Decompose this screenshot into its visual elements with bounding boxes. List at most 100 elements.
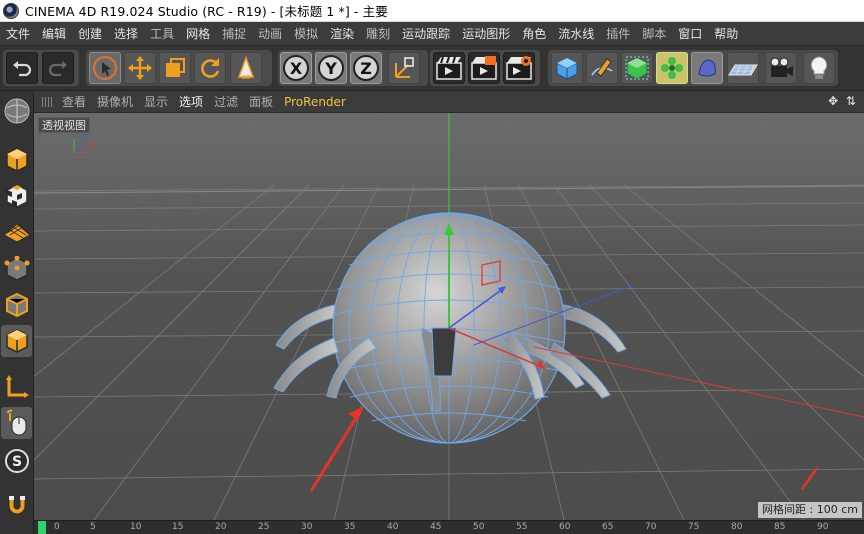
model-mode-icon[interactable] [1,144,32,176]
mode-palette: S [0,91,34,534]
menu-window[interactable]: 窗口 [676,25,704,42]
workplane-icon[interactable] [1,216,32,248]
x-axis-icon: X [289,58,303,78]
title-bar: CINEMA 4D R19.024 Studio (RC - R19) - [未… [0,0,864,22]
viewport-menu-prorender[interactable]: ProRender [284,95,346,109]
menu-animate[interactable]: 动画 [256,25,284,42]
coordinate-system-icon[interactable] [388,52,420,84]
annotation-arrow-right [800,467,819,490]
menu-character[interactable]: 角色 [520,25,548,42]
annotation-arrow-left [309,406,364,492]
main-toolbar: X Y Z [0,45,864,91]
axis-indicator-z-label: Z [90,141,97,151]
live-select-icon[interactable] [89,52,121,84]
scale-icon[interactable] [159,52,191,84]
menu-select[interactable]: 选择 [112,25,140,42]
viewport-menu-options[interactable]: 选项 [179,93,203,110]
timeline-tick: 75 [688,522,700,532]
menu-pipeline[interactable]: 流水线 [556,25,596,42]
points-mode-icon[interactable] [1,253,32,285]
menu-tools[interactable]: 工具 [148,25,176,42]
menu-file[interactable]: 文件 [4,25,32,42]
snapping-icon[interactable]: S [1,445,32,477]
viewport-label[interactable]: 透视视图 [38,117,90,133]
menu-script[interactable]: 脚本 [640,25,668,42]
timeline-tick: 85 [774,522,786,532]
timeline-tick: 20 [215,522,227,532]
light-icon[interactable] [803,52,835,84]
floor-icon[interactable] [727,52,759,84]
timeline-tick: 0 [54,522,60,532]
axis-indicator: Y Z [70,133,100,161]
redo-icon[interactable] [42,52,74,84]
recent-tools-icon[interactable] [230,52,262,84]
undo-icon[interactable] [6,52,38,84]
viewport-menu-panel[interactable]: 面板 [249,93,273,110]
viewport-grip-icon[interactable] [42,96,54,107]
magnet-icon[interactable] [1,489,32,521]
deformer-icon[interactable] [691,52,723,84]
move-icon[interactable] [124,52,156,84]
menu-help[interactable]: 帮助 [712,25,740,42]
y-axis-button[interactable]: Y [315,52,347,84]
menu-motion-tracking[interactable]: 运动跟踪 [400,25,452,42]
timeline-tick: 45 [430,522,442,532]
timeline-tick: 65 [602,522,614,532]
render-settings-icon[interactable] [503,52,535,84]
camera-icon[interactable] [765,52,797,84]
timeline-tick: 70 [645,522,657,532]
make-editable-icon[interactable] [1,95,32,127]
timeline-tick: 80 [731,522,743,532]
viewport-navigation-icons[interactable]: ✥ ⇅ [828,94,858,108]
polygons-mode-icon[interactable] [1,325,32,357]
cinema4d-logo-icon [3,2,19,19]
timeline-tick: 10 [130,522,142,532]
timeline-tick: 25 [258,522,270,532]
menu-plugins[interactable]: 插件 [604,25,632,42]
viewport-menubar: 查看 摄像机 显示 选项 过滤 面板 ProRender ✥ ⇅ [34,91,864,113]
x-axis-button[interactable]: X [280,52,312,84]
z-axis-button[interactable]: Z [350,52,382,84]
render-view-icon[interactable] [433,52,465,84]
menu-mograph[interactable]: 运动图形 [460,25,512,42]
cube-icon[interactable] [551,52,583,84]
viewport-menu-display[interactable]: 显示 [144,93,168,110]
cloner-icon[interactable] [656,52,688,84]
y-axis-icon: Y [325,58,337,78]
timeline-tick: 35 [344,522,356,532]
timeline-tick: 40 [387,522,399,532]
menu-sculpt[interactable]: 雕刻 [364,25,392,42]
viewport-menu-cameras[interactable]: 摄像机 [97,93,133,110]
timeline-ruler[interactable]: 0 5 10 15 20 25 30 35 40 45 50 55 60 65 … [34,520,864,534]
tweak-mode-icon[interactable] [1,407,32,439]
render-picture-viewer-icon[interactable] [468,52,500,84]
grid-spacing-status: 网格间距 : 100 cm [758,502,862,518]
menu-mesh[interactable]: 网格 [184,25,212,42]
subdivision-surface-icon[interactable] [621,52,653,84]
z-axis-icon: Z [360,58,372,78]
rotate-icon[interactable] [194,52,226,84]
menu-bar: 文件 编辑 创建 选择 工具 网格 捕捉 动画 模拟 渲染 雕刻 运动跟踪 运动… [0,22,864,45]
viewport-scene [34,113,864,520]
axis-mode-icon[interactable] [1,371,32,403]
menu-simulate[interactable]: 模拟 [292,25,320,42]
edges-mode-icon[interactable] [1,289,32,321]
timeline-playhead[interactable] [38,521,46,534]
svg-text:S: S [11,454,21,470]
timeline-tick: 90 [817,522,829,532]
timeline-tick: 30 [301,522,313,532]
perspective-viewport[interactable]: 透视视图 Y Z 网格间距 : 100 cm [34,113,864,520]
timeline-tick: 55 [516,522,528,532]
pen-spline-icon[interactable] [586,52,618,84]
timeline-tick: 60 [559,522,571,532]
menu-snap[interactable]: 捕捉 [220,25,248,42]
menu-edit[interactable]: 编辑 [40,25,68,42]
viewport-menu-view[interactable]: 查看 [62,93,86,110]
timeline-tick: 15 [172,522,184,532]
menu-render[interactable]: 渲染 [328,25,356,42]
window-title: CINEMA 4D R19.024 Studio (RC - R19) - [未… [25,4,388,19]
texture-mode-icon[interactable] [1,180,32,212]
menu-create[interactable]: 创建 [76,25,104,42]
viewport-menu-filter[interactable]: 过滤 [214,93,238,110]
timeline-tick: 5 [90,522,96,532]
